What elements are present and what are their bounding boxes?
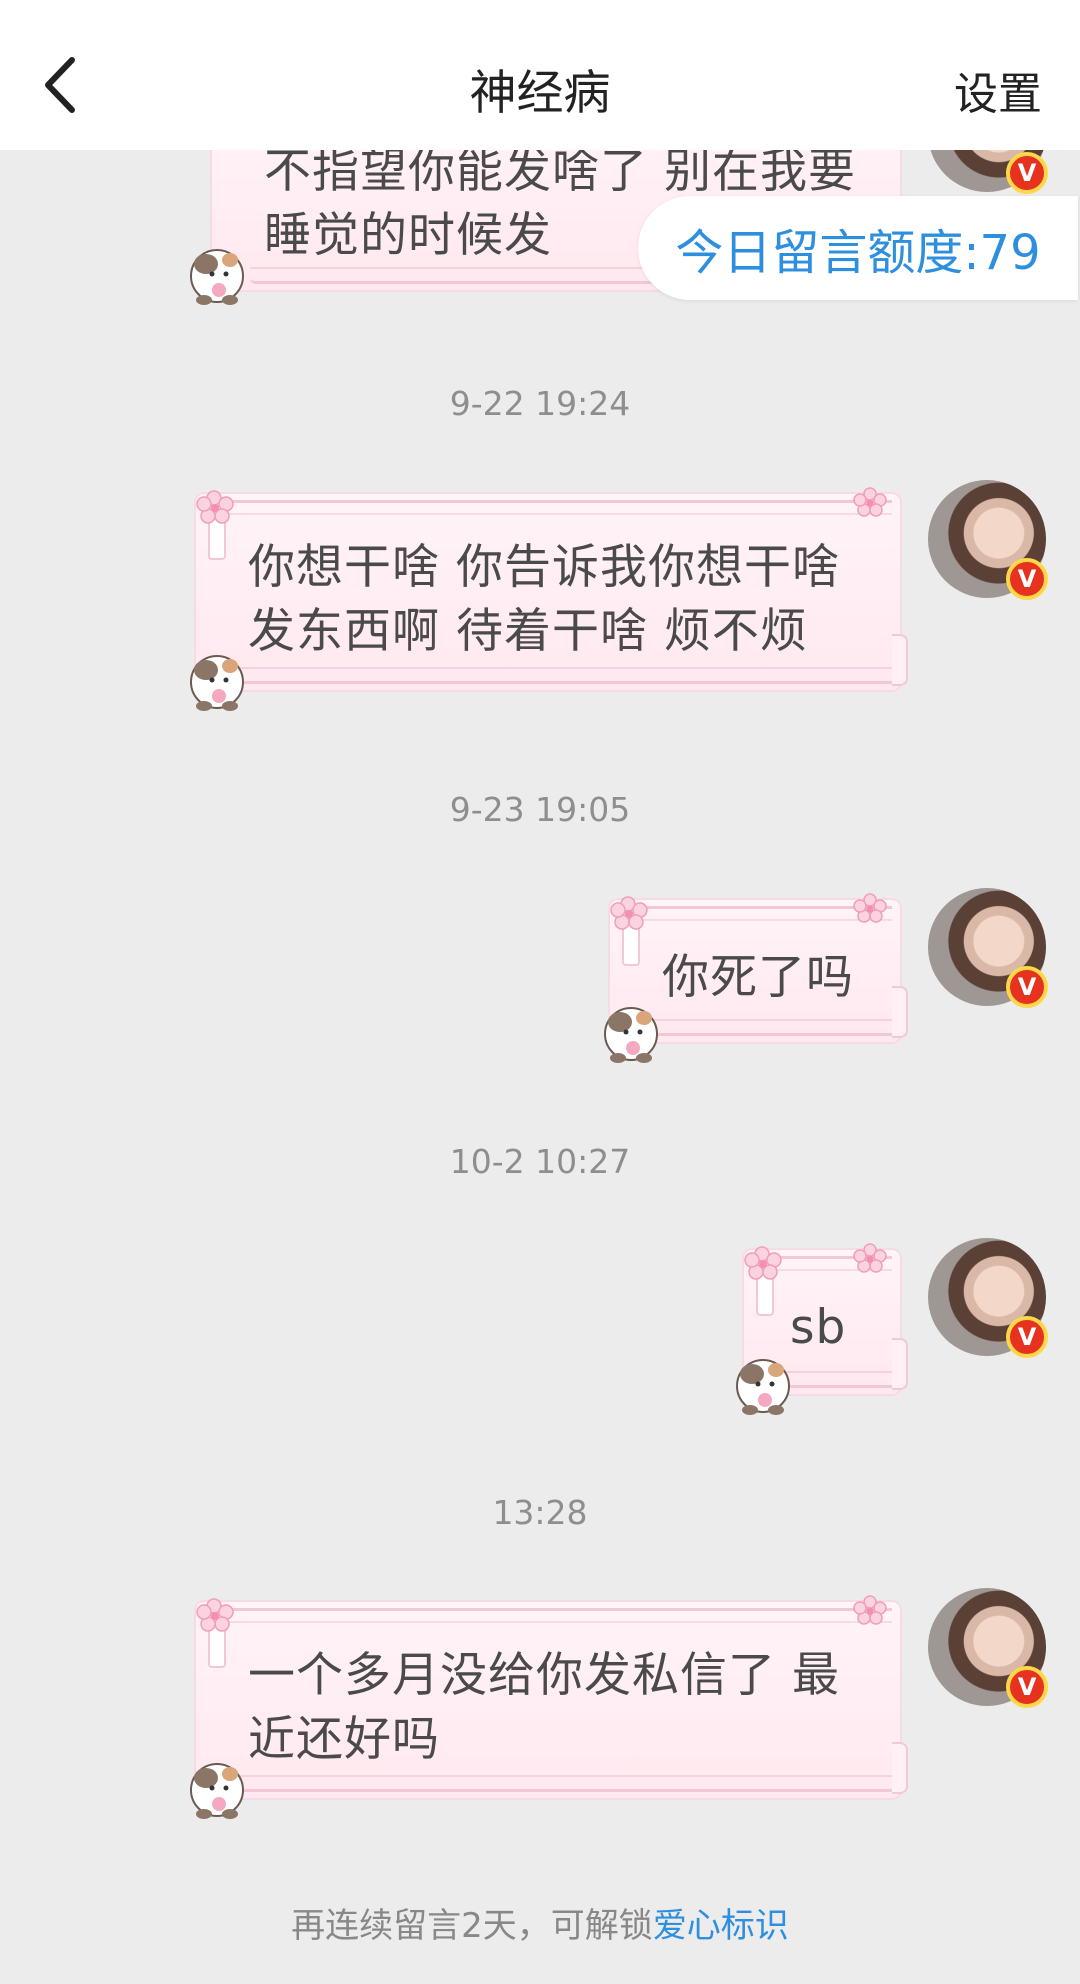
ribbon-decoration xyxy=(234,667,906,684)
message-timestamp: 13:28 xyxy=(492,1493,588,1532)
top-bar: 神经病 设置 xyxy=(0,0,1080,150)
message-timestamp: 9-22 19:24 xyxy=(449,384,631,423)
sakura-flower-icon xyxy=(196,490,234,524)
sakura-flower-icon xyxy=(853,1243,887,1273)
sakura-flower-icon xyxy=(853,893,887,923)
status-bar xyxy=(0,0,1080,10)
ribbon-decoration xyxy=(218,1608,892,1623)
verified-v-icon: V xyxy=(1006,1316,1048,1358)
message-text: 你死了吗 xyxy=(662,950,854,1005)
verified-v-icon: V xyxy=(1006,558,1048,600)
sakura-flower-icon xyxy=(610,896,648,930)
streak-hint: 再连续留言2天，可解锁爱心标识 xyxy=(0,1898,1080,1947)
page-title: 神经病 xyxy=(469,66,611,121)
hamster-sticker-icon xyxy=(190,655,244,711)
ribbon-decoration xyxy=(892,1338,908,1390)
verified-v-icon: V xyxy=(1006,966,1048,1008)
avatar[interactable]: V xyxy=(928,480,1048,600)
ribbon-decoration xyxy=(892,1742,908,1794)
message-timestamp: 10-2 10:27 xyxy=(449,1142,631,1181)
ribbon-decoration xyxy=(648,1019,906,1036)
sakura-flower-icon xyxy=(853,1595,887,1625)
sakura-flower-icon xyxy=(196,1598,234,1632)
hamster-sticker-icon xyxy=(190,249,244,305)
message-quota-badge: 今日留言额度:79 xyxy=(638,196,1078,300)
streak-hint-text: 再连续留言2天，可解锁 xyxy=(291,1906,653,1946)
verified-v-icon: V xyxy=(1006,152,1048,194)
ribbon-decoration xyxy=(234,1775,906,1792)
message-text: 你想干啥 你告诉我你想干啥 发东西啊 待着干啥 烦不烦 xyxy=(248,540,840,659)
message-text: sb xyxy=(790,1300,847,1355)
avatar[interactable]: V xyxy=(928,888,1048,1008)
heart-badge-link[interactable]: 爱心标识 xyxy=(653,1906,789,1946)
quota-label: 今日留言额度:79 xyxy=(675,225,1041,281)
message-timestamp: 9-23 19:05 xyxy=(449,790,631,829)
message-bubble[interactable]: 一个多月没给你发私信了 最 近还好吗 xyxy=(194,1595,908,1800)
ribbon-decoration xyxy=(218,500,892,515)
ribbon-decoration xyxy=(892,634,908,686)
hamster-sticker-icon xyxy=(604,1007,658,1063)
message-bubble[interactable]: 你想干啥 你告诉我你想干啥 发东西啊 待着干啥 烦不烦 xyxy=(194,487,908,692)
sakura-flower-icon xyxy=(744,1246,782,1280)
message-text: 一个多月没给你发私信了 最 近还好吗 xyxy=(248,1648,840,1767)
hamster-sticker-icon xyxy=(190,1763,244,1819)
ribbon-decoration xyxy=(782,1371,906,1388)
settings-button[interactable]: 设置 xyxy=(954,58,1042,122)
avatar[interactable]: V xyxy=(928,1588,1048,1708)
hamster-sticker-icon xyxy=(736,1359,790,1415)
verified-v-icon: V xyxy=(1006,1666,1048,1708)
sakura-flower-icon xyxy=(853,487,887,517)
avatar[interactable]: V xyxy=(928,1238,1048,1358)
ribbon-decoration xyxy=(892,986,908,1038)
